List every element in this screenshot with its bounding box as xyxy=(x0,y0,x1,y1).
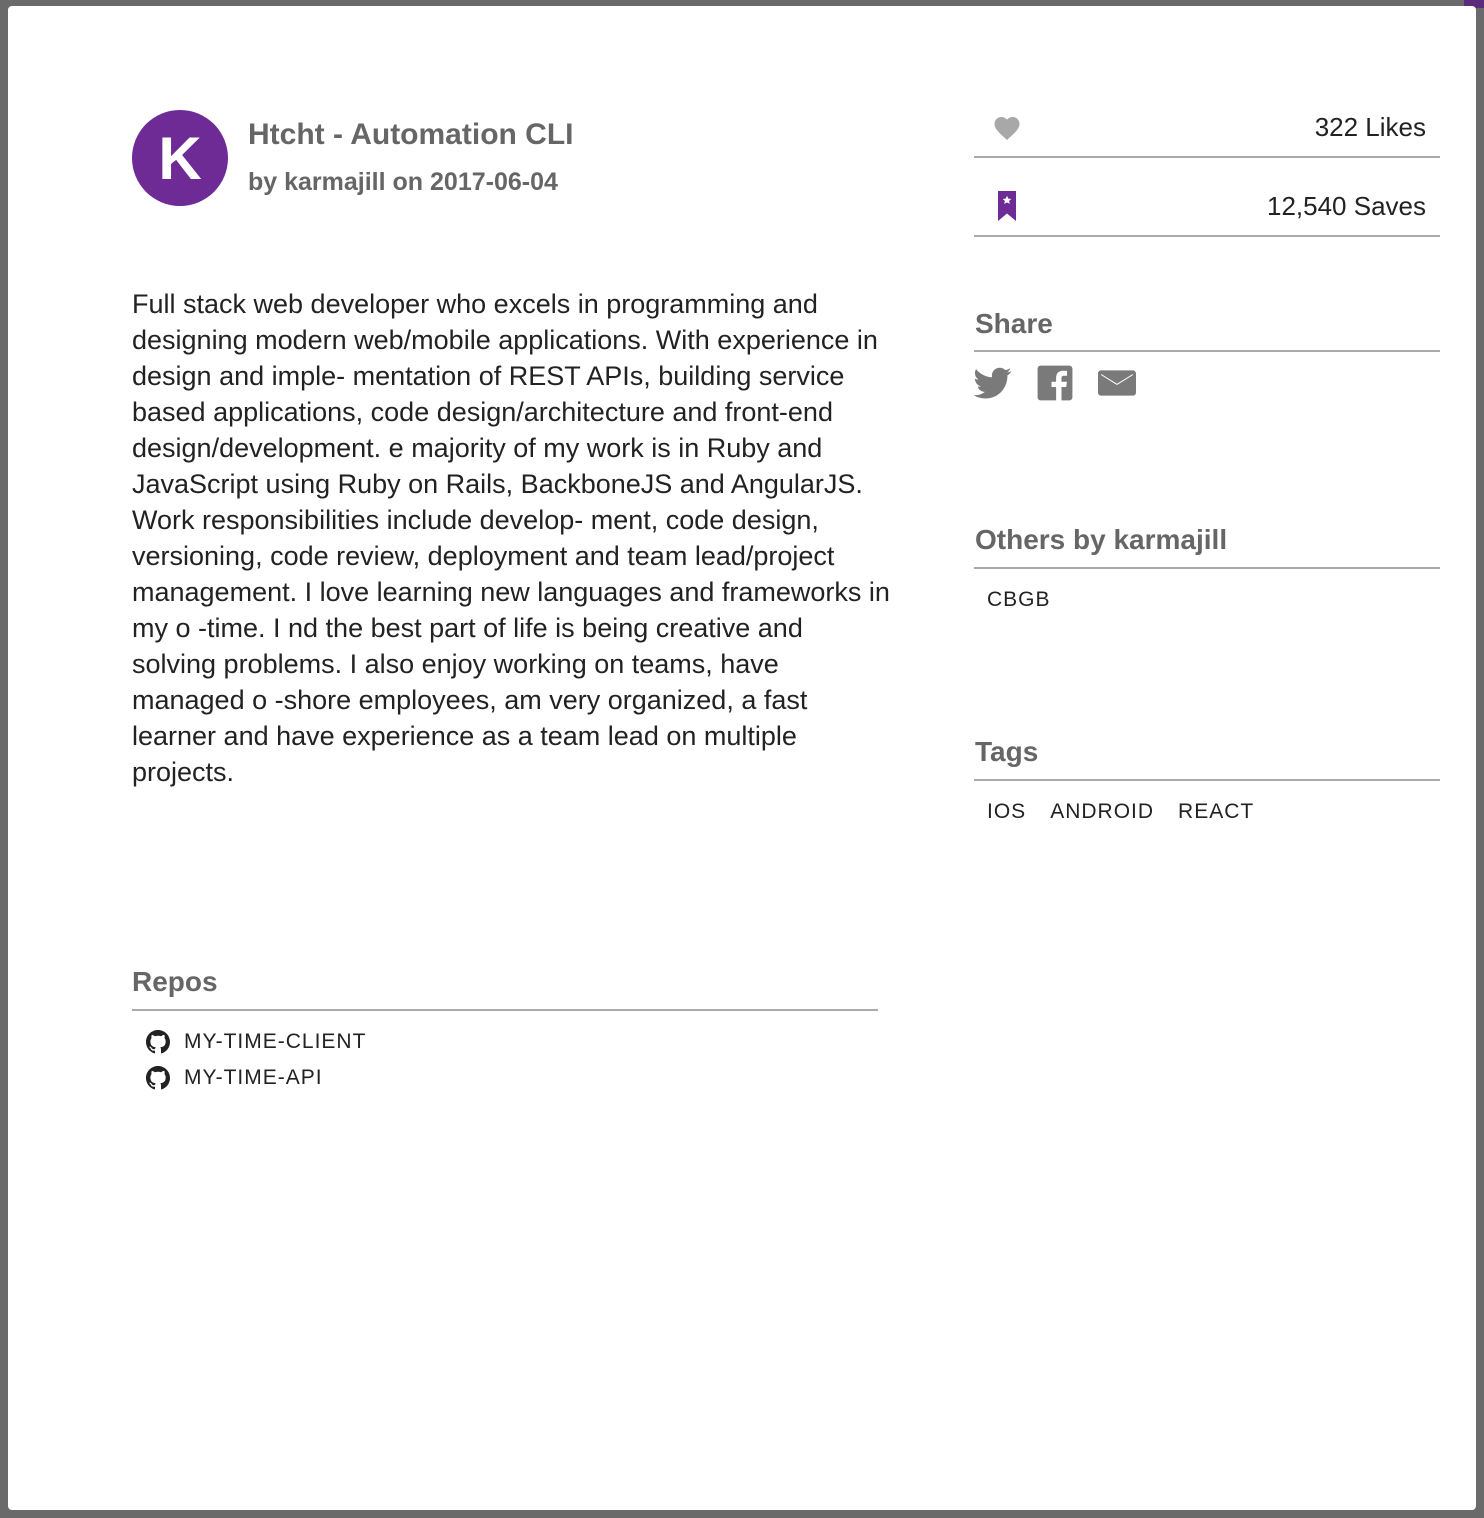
twitter-icon[interactable] xyxy=(974,364,1012,402)
tags-heading: Tags xyxy=(975,736,1039,767)
repo-name: MY-TIME-CLIENT xyxy=(184,1030,367,1053)
saves-count: 12,540 Saves xyxy=(1266,190,1426,221)
saves-row[interactable]: 12,540 Saves xyxy=(974,186,1440,226)
repo-name: MY-TIME-API xyxy=(184,1066,323,1089)
others-divider xyxy=(974,567,1440,569)
avatar: K xyxy=(132,110,228,206)
github-icon xyxy=(146,1066,170,1090)
likes-count: 322 Likes xyxy=(1314,111,1426,142)
share-heading: Share xyxy=(975,308,1053,339)
tag-react[interactable]: REACT xyxy=(1178,800,1254,824)
email-icon[interactable] xyxy=(1098,364,1136,402)
repo-link-my-time-client[interactable]: MY-TIME-CLIENT xyxy=(146,1030,366,1054)
tags-list: IOS ANDROID REACT xyxy=(987,800,1254,824)
likes-row[interactable]: 322 Likes xyxy=(974,107,1440,147)
avatar-initial: K xyxy=(158,124,202,192)
others-list: CBGB xyxy=(987,588,1051,612)
project-detail-modal: K Htcht - Automation CLI by karmajill on… xyxy=(8,6,1476,1510)
repo-link-my-time-api[interactable]: MY-TIME-API xyxy=(146,1066,323,1090)
others-heading: Others by karmajill xyxy=(975,524,1228,555)
others-item-cbgb[interactable]: CBGB xyxy=(987,588,1051,612)
github-icon xyxy=(146,1030,170,1054)
heart-icon[interactable] xyxy=(992,113,1022,141)
facebook-icon[interactable] xyxy=(1036,364,1074,402)
bookmark-icon[interactable] xyxy=(992,191,1022,221)
share-divider xyxy=(974,350,1440,352)
likes-divider xyxy=(974,156,1440,158)
repos-divider xyxy=(132,1009,878,1011)
project-title: Htcht - Automation CLI xyxy=(248,118,574,151)
tag-android[interactable]: ANDROID xyxy=(1050,800,1154,824)
saves-divider xyxy=(974,235,1440,237)
tag-ios[interactable]: IOS xyxy=(987,800,1026,824)
project-byline: by karmajill on 2017-06-04 xyxy=(248,168,558,196)
tags-divider xyxy=(974,779,1440,781)
repos-heading: Repos xyxy=(132,966,218,997)
project-description: Full stack web developer who excels in p… xyxy=(132,289,890,787)
share-icons xyxy=(974,364,1136,402)
